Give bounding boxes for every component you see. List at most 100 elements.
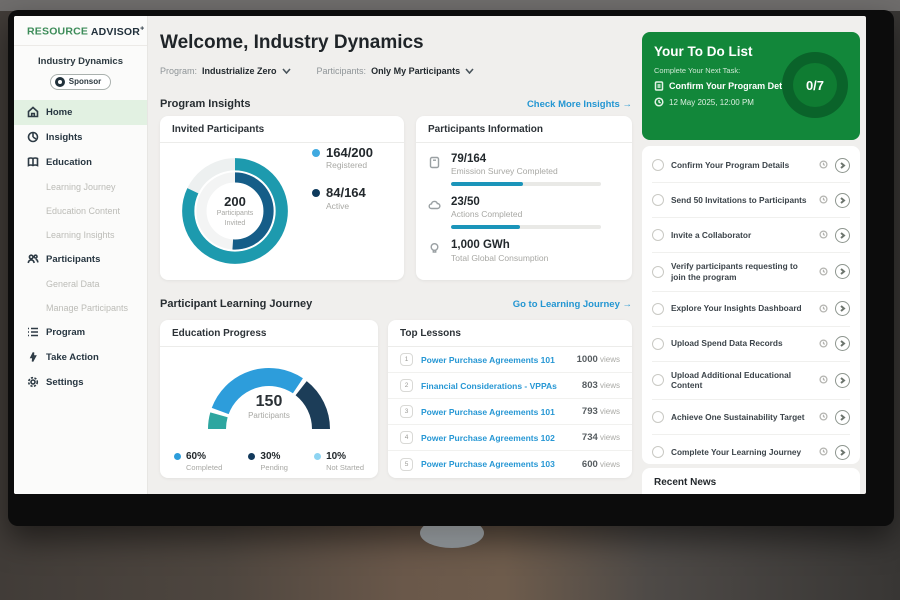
program-insights-header: Program Insights Program InsightsCheck M… xyxy=(160,98,632,110)
check-more-insights-link[interactable]: Program InsightsCheck More Insights → xyxy=(527,99,632,110)
clock-icon xyxy=(819,300,828,318)
rank-badge: 3 xyxy=(400,405,413,418)
chevron-down-icon xyxy=(465,66,474,76)
sidebar-menu: Home Insights Education Learning Journey… xyxy=(14,100,147,395)
lesson-link[interactable]: Power Purchase Agreements 101 xyxy=(421,355,569,365)
task-row[interactable]: Send 50 Invitations to Participants xyxy=(652,183,850,218)
sidebar-item-education-content[interactable]: Education Content xyxy=(14,199,147,223)
clock-icon xyxy=(819,443,828,461)
recent-news-card: Recent News xyxy=(642,468,860,494)
survey-icon xyxy=(428,153,442,186)
bulb-icon xyxy=(428,239,442,268)
task-checkbox[interactable] xyxy=(652,411,664,423)
participants-select[interactable]: Participants: Only My Participants xyxy=(317,66,475,76)
sponsor-badge[interactable]: Sponsor xyxy=(50,74,111,90)
sidebar-item-manage-participants[interactable]: Manage Participants xyxy=(14,296,147,320)
lesson-row: 4 Power Purchase Agreements 102 734 view… xyxy=(388,425,632,451)
sidebar-item-general-data[interactable]: General Data xyxy=(14,272,147,296)
lesson-link[interactable]: Power Purchase Agreements 102 xyxy=(421,433,574,443)
lesson-link[interactable]: Financial Considerations - VPPAs xyxy=(421,381,574,391)
task-row[interactable]: Confirm Your Program Details xyxy=(652,148,850,183)
task-row[interactable]: Upload Spend Data Records xyxy=(652,327,850,362)
donut-center-value: 200 xyxy=(224,194,246,209)
task-checkbox[interactable] xyxy=(652,229,664,241)
task-checkbox[interactable] xyxy=(652,266,664,278)
task-checkbox[interactable] xyxy=(652,303,664,315)
lesson-link[interactable]: Power Purchase Agreements 103 xyxy=(421,459,574,469)
education-progress-gauge: 150 Participants xyxy=(194,357,344,441)
sidebar-item-education[interactable]: Education xyxy=(14,150,147,175)
todo-summary-card: Your To Do List Complete Your Next Task:… xyxy=(642,32,860,140)
legend-completed: 60% Completed xyxy=(174,451,222,472)
task-checkbox[interactable] xyxy=(652,338,664,350)
section-title: Program Insights xyxy=(160,98,250,110)
task-checkbox[interactable] xyxy=(652,446,664,458)
legend-dot xyxy=(312,149,320,157)
sidebar-item-learning-insights[interactable]: Learning Insights xyxy=(14,223,147,247)
task-checkbox[interactable] xyxy=(652,194,664,206)
task-row[interactable]: Invite a Collaborator xyxy=(652,218,850,253)
arrow-right-icon: → xyxy=(623,99,633,110)
task-checkbox[interactable] xyxy=(652,374,664,386)
program-select[interactable]: Program: Industrialize Zero xyxy=(160,66,291,76)
task-doc-icon xyxy=(654,81,664,91)
section-title: Participant Learning Journey xyxy=(160,298,312,310)
action-icon xyxy=(27,351,39,363)
insights-icon xyxy=(27,131,39,143)
emission-progress-bar xyxy=(451,182,601,186)
task-go-button[interactable] xyxy=(835,410,850,425)
rank-badge: 2 xyxy=(400,379,413,392)
sidebar-item-take-action[interactable]: Take Action xyxy=(14,345,147,370)
list-icon xyxy=(27,326,39,338)
participants-icon xyxy=(27,253,39,265)
clock-icon xyxy=(819,226,828,244)
todo-progress-value: 0/7 xyxy=(793,63,837,107)
legend-pending: 30% Pending xyxy=(248,451,288,472)
sidebar-item-program[interactable]: Program xyxy=(14,320,147,345)
legend-dot xyxy=(248,453,255,460)
task-go-button[interactable] xyxy=(835,373,850,388)
task-row[interactable]: Complete Your Learning Journey xyxy=(652,435,850,464)
sidebar-item-home[interactable]: Home xyxy=(14,100,147,125)
home-icon xyxy=(27,106,39,118)
sidebar-item-insights[interactable]: Insights xyxy=(14,125,147,150)
legend-dot xyxy=(174,453,181,460)
task-go-button[interactable] xyxy=(835,158,850,173)
lesson-row: 5 Power Purchase Agreements 103 600 view… xyxy=(388,451,632,477)
task-go-button[interactable] xyxy=(835,193,850,208)
task-row[interactable]: Upload Additional Educational Content xyxy=(652,362,850,401)
arrow-right-icon: → xyxy=(623,299,633,310)
sidebar: RESOURCE ADVISOR+ Industry Dynamics Spon… xyxy=(14,16,148,494)
page-title: Welcome, Industry Dynamics xyxy=(160,32,424,54)
lesson-row: 3 Power Purchase Agreements 101 793 view… xyxy=(388,399,632,425)
actions-completed-row: 23/50 Actions Completed xyxy=(416,186,632,229)
sidebar-item-participants[interactable]: Participants xyxy=(14,247,147,272)
sidebar-item-settings[interactable]: Settings xyxy=(14,370,147,395)
task-row[interactable]: Achieve One Sustainability Target xyxy=(652,400,850,435)
sponsor-icon xyxy=(55,77,65,87)
emission-survey-row: 79/164 Emission Survey Completed xyxy=(416,143,632,186)
main-content: Welcome, Industry Dynamics Program: Indu… xyxy=(148,16,642,494)
participants-information-card: Participants Information 79/164 Emission… xyxy=(416,116,632,280)
rank-badge: 1 xyxy=(400,353,413,366)
cloud-icon xyxy=(428,196,442,229)
logo-advisor: ADVISOR+ xyxy=(91,26,145,38)
task-go-button[interactable] xyxy=(835,264,850,279)
card-title: Top Lessons xyxy=(388,320,632,347)
clock-icon xyxy=(819,371,828,389)
lesson-link[interactable]: Power Purchase Agreements 101 xyxy=(421,407,574,417)
task-row[interactable]: Verify participants requesting to join t… xyxy=(652,253,850,292)
sidebar-item-learning-journey[interactable]: Learning Journey xyxy=(14,175,147,199)
go-to-learning-journey-link[interactable]: Go to Learning Journey → xyxy=(513,299,632,310)
task-go-button[interactable] xyxy=(835,336,850,351)
org-name: Industry Dynamics xyxy=(14,56,147,67)
legend-dot xyxy=(312,189,320,197)
clock-icon xyxy=(819,191,828,209)
task-go-button[interactable] xyxy=(835,301,850,316)
logo-resource: RESOURCE xyxy=(27,26,88,38)
task-row[interactable]: Explore Your Insights Dashboard xyxy=(652,292,850,327)
task-checkbox[interactable] xyxy=(652,159,664,171)
invited-participants-card: Invited Participants 200 ParticipantsInv… xyxy=(160,116,404,280)
task-go-button[interactable] xyxy=(835,228,850,243)
task-go-button[interactable] xyxy=(835,445,850,460)
